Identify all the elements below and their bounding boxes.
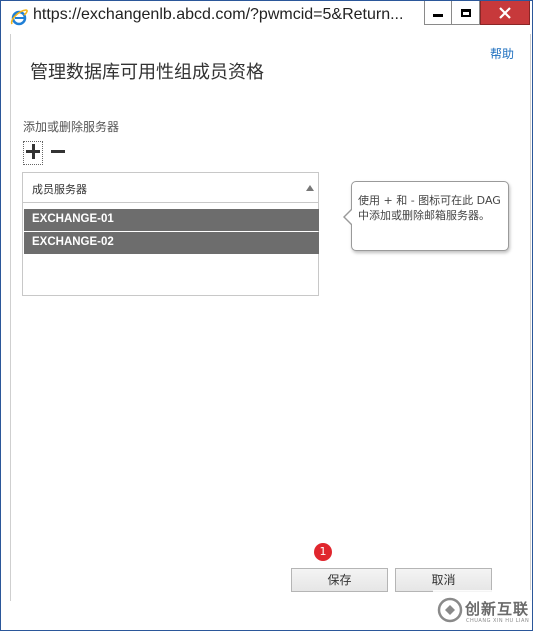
watermark-logo-icon	[437, 597, 463, 623]
minimize-button[interactable]	[424, 1, 452, 25]
close-button[interactable]	[480, 1, 530, 25]
sort-ascending-icon	[306, 185, 314, 191]
title-bar[interactable]: https://exchangenlb.abcd.com/?pwmcid=5&R…	[1, 1, 532, 34]
remove-server-button[interactable]	[49, 141, 67, 161]
maximize-button[interactable]	[452, 1, 480, 25]
internet-explorer-icon	[10, 9, 28, 26]
add-server-button[interactable]	[23, 141, 43, 165]
section-label: 添加或删除服务器	[23, 120, 120, 134]
column-header-member-servers[interactable]: 成员服务器	[23, 173, 318, 203]
server-name: EXCHANGE-01	[32, 213, 114, 225]
browser-dialog-window: https://exchangenlb.abcd.com/?pwmcid=5&R…	[0, 0, 533, 631]
cancel-button[interactable]: 取消	[395, 568, 492, 592]
window-frame-left	[1, 34, 9, 630]
table-row[interactable]: EXCHANGE-01	[24, 209, 319, 231]
tooltip-text: 使用 + 和 - 图标可在此 DAG 中添加或删除邮箱服务器。	[358, 194, 501, 222]
column-header-label: 成员服务器	[32, 183, 87, 196]
watermark-text: 创新互联	[465, 600, 530, 618]
help-link[interactable]: 帮助	[490, 45, 514, 62]
page-title: 管理数据库可用性组成员资格	[30, 62, 264, 83]
watermark: 创新互联 CHUANG XIN HU LIAN	[433, 590, 532, 630]
help-tooltip: 使用 + 和 - 图标可在此 DAG 中添加或删除邮箱服务器。	[343, 181, 509, 251]
table-row[interactable]: EXCHANGE-02	[24, 232, 319, 254]
window-title: https://exchangenlb.abcd.com/?pwmcid=5&R…	[33, 6, 404, 23]
server-name: EXCHANGE-02	[32, 236, 114, 248]
watermark-subtext: CHUANG XIN HU LIAN	[466, 618, 530, 624]
step-marker-badge: 1	[314, 543, 332, 561]
minimize-icon	[433, 14, 443, 17]
save-button[interactable]: 保存	[291, 568, 388, 592]
member-servers-list[interactable]: 成员服务器 EXCHANGE-01 EXCHANGE-02	[22, 172, 319, 296]
close-icon	[499, 6, 511, 19]
maximize-icon	[460, 8, 471, 17]
